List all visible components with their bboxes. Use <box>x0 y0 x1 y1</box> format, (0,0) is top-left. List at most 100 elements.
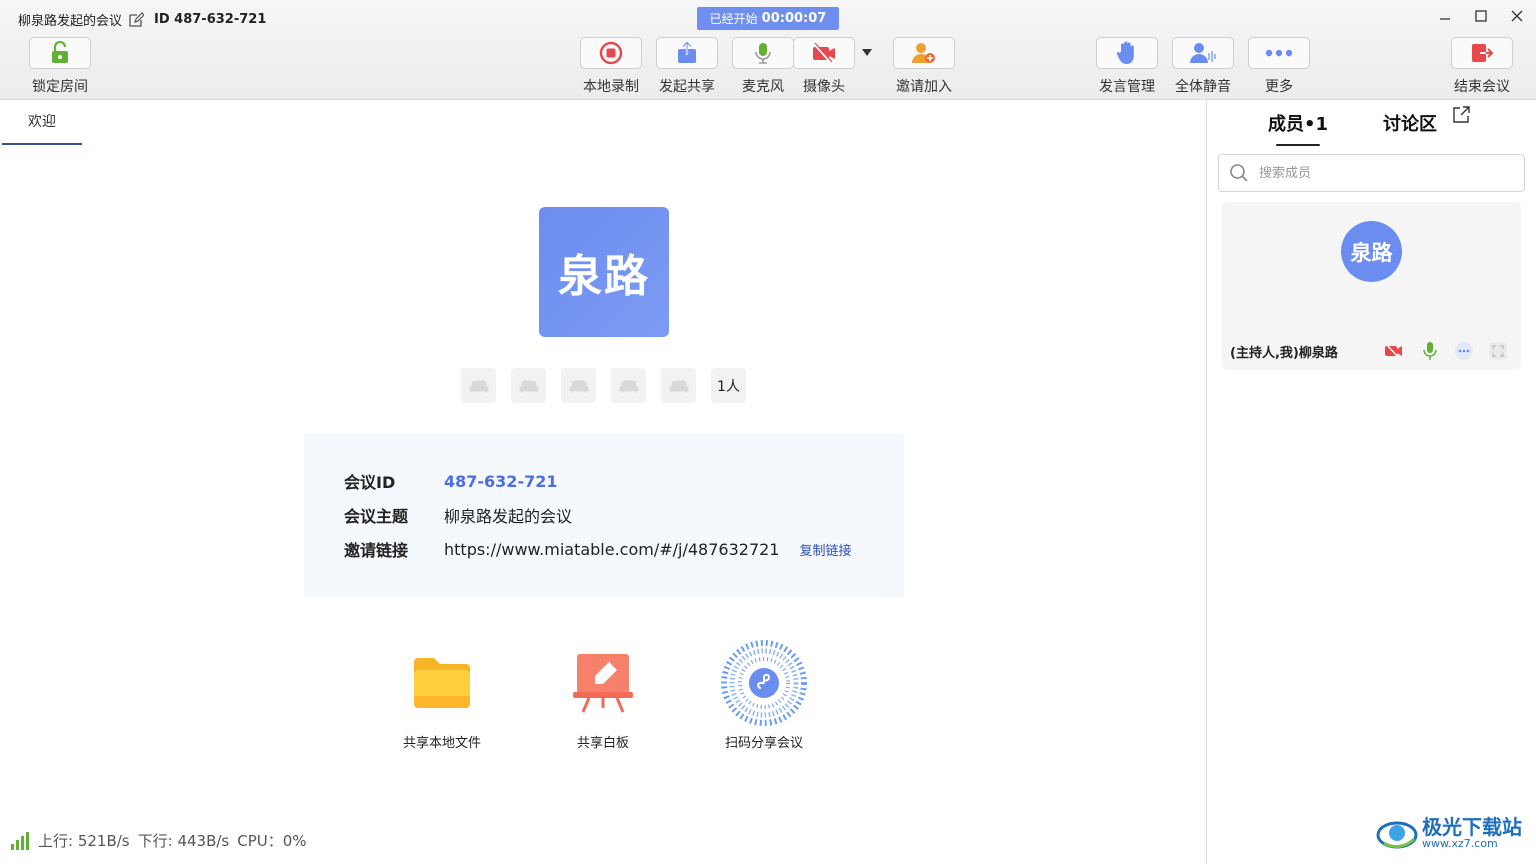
lock-room-tool[interactable]: 锁定房间 <box>29 37 91 96</box>
empty-seat <box>511 368 546 403</box>
end-meeting-tool[interactable]: 结束会议 <box>1451 37 1513 96</box>
exit-icon <box>1472 44 1494 62</box>
microphone-button[interactable] <box>732 37 794 69</box>
info-row-link: 邀请链接 https://www.miatable.com/#/j/487632… <box>344 537 852 561</box>
scan-share-action[interactable]: 扫码分享会议 <box>704 640 824 751</box>
close-button[interactable] <box>1506 6 1528 26</box>
microphone-label: 麦克风 <box>742 79 784 95</box>
timer-prefix: 已经开始 <box>709 12 758 26</box>
speak-manage-tool[interactable]: 发言管理 <box>1096 37 1158 96</box>
info-row-topic: 会议主题 柳泉路发起的会议 <box>344 503 572 527</box>
copy-link-button[interactable]: 复制链接 <box>799 540 851 559</box>
mute-all-icon <box>1190 43 1216 63</box>
camera-off-icon <box>813 42 835 64</box>
top-toolbar: 柳泉路发起的会议 ID 487-632-721 已经开始 00:00:07 锁定… <box>0 0 1536 100</box>
local-record-tool[interactable]: 本地录制 <box>580 37 642 96</box>
share-whiteboard-label: 共享白板 <box>576 736 629 751</box>
meeting-title: 柳泉路发起的会议 <box>18 14 123 29</box>
tab-welcome[interactable]: 欢迎 <box>2 110 82 145</box>
more-dots-icon <box>1265 49 1293 57</box>
invite-button[interactable] <box>893 37 955 69</box>
meeting-id-label: ID 487-632-721 <box>154 12 267 27</box>
seat-icon <box>669 380 688 393</box>
info-row-id: 会议ID 487-632-721 <box>344 469 557 493</box>
more-label: 更多 <box>1265 79 1293 95</box>
more-button[interactable] <box>1248 37 1310 69</box>
invite-tool[interactable]: 邀请加入 <box>893 37 955 96</box>
member-card[interactable]: 泉路 (主持人,我)柳泉路 <box>1222 202 1521 370</box>
record-icon <box>599 41 623 65</box>
member-search[interactable] <box>1218 154 1525 192</box>
start-share-tool[interactable]: 发起共享 <box>656 37 718 96</box>
meeting-id-value: 487-632-721 <box>444 471 558 491</box>
tab-members[interactable]: 成员•1 <box>1268 110 1328 146</box>
site-watermark: 极光下载站 www.xz7.com <box>1376 808 1531 858</box>
elapsed-timer: 已经开始 00:00:07 <box>697 7 839 30</box>
camera-dropdown[interactable] <box>858 44 876 62</box>
lock-room-button[interactable] <box>29 37 91 69</box>
speak-manage-button[interactable] <box>1096 37 1158 69</box>
local-record-button[interactable] <box>580 37 642 69</box>
microphone-tool[interactable]: 麦克风 <box>732 37 794 96</box>
download-rate: 下行: 443B/s <box>137 832 230 850</box>
scan-share-label: 扫码分享会议 <box>724 736 803 751</box>
unlock-icon <box>52 41 68 63</box>
local-record-label: 本地录制 <box>583 79 639 95</box>
member-more-icon[interactable] <box>1453 340 1475 362</box>
watermark-logo-icon <box>1376 821 1418 849</box>
empty-seat <box>461 368 496 403</box>
empty-seat <box>561 368 596 403</box>
mute-all-button[interactable] <box>1172 37 1234 69</box>
end-meeting-button[interactable] <box>1451 37 1513 69</box>
watermark-title: 极光下载站 <box>1422 814 1522 839</box>
camera-button[interactable] <box>793 37 855 69</box>
seat-icon <box>519 380 538 393</box>
meeting-topic-key: 会议主题 <box>344 507 409 526</box>
member-avatar: 泉路 <box>1341 221 1402 282</box>
lock-room-label: 锁定房间 <box>32 79 88 95</box>
member-name: (主持人,我)柳泉路 <box>1230 346 1338 361</box>
whiteboard-icon[interactable] <box>558 640 648 726</box>
invite-link-value: https://www.miatable.com/#/j/487632721 <box>444 539 780 559</box>
seat-icon <box>619 380 638 393</box>
share-file-label: 共享本地文件 <box>402 736 481 751</box>
share-whiteboard-action[interactable]: 共享白板 <box>543 640 663 751</box>
maximize-button[interactable] <box>1470 6 1492 26</box>
popout-icon[interactable] <box>1452 106 1470 124</box>
share-file-action[interactable]: 共享本地文件 <box>382 640 502 751</box>
meeting-info-panel: 会议ID 487-632-721 会议主题 柳泉路发起的会议 邀请链接 http… <box>304 433 904 597</box>
caret-down-icon <box>862 49 872 56</box>
signal-icon <box>11 831 29 850</box>
empty-seat <box>611 368 646 403</box>
search-icon <box>1229 163 1249 183</box>
start-share-button[interactable] <box>656 37 718 69</box>
member-search-input[interactable] <box>1259 165 1499 181</box>
host-avatar: 泉路 <box>539 207 669 337</box>
edit-icon[interactable] <box>128 11 145 28</box>
mute-all-tool[interactable]: 全体静音 <box>1172 37 1234 96</box>
meeting-id-key: 会议ID <box>344 473 396 492</box>
camera-tool[interactable]: 摄像头 <box>793 37 855 96</box>
seat-row: 1人 <box>461 368 746 403</box>
member-panel: 成员•1 讨论区 泉路 (主持人,我)柳泉路 <box>1208 100 1536 864</box>
seat-count: 1人 <box>711 368 746 403</box>
share-upload-icon <box>678 41 696 63</box>
more-tool[interactable]: 更多 <box>1248 37 1310 96</box>
maximize-icon <box>1475 10 1487 22</box>
member-camera-off-icon[interactable] <box>1383 340 1405 362</box>
network-status: 上行: 521B/s 下行: 443B/s CPU：0% <box>10 830 307 851</box>
speak-manage-label: 发言管理 <box>1099 79 1155 95</box>
raise-hand-icon <box>1116 41 1134 64</box>
upload-rate: 上行: 521B/s <box>38 832 130 850</box>
tab-discussion[interactable]: 讨论区 <box>1383 110 1437 136</box>
add-user-icon <box>912 43 935 63</box>
folder-icon[interactable] <box>397 640 487 726</box>
member-mic-icon[interactable] <box>1419 340 1441 362</box>
minimize-icon <box>1440 18 1450 20</box>
end-meeting-label: 结束会议 <box>1454 79 1510 95</box>
minimize-button[interactable] <box>1434 6 1456 26</box>
window-title: 柳泉路发起的会议 ID 487-632-721 <box>18 10 266 29</box>
meeting-topic-value: 柳泉路发起的会议 <box>444 507 573 526</box>
qr-code-icon[interactable] <box>719 640 809 726</box>
member-fullscreen-icon[interactable] <box>1487 340 1509 362</box>
